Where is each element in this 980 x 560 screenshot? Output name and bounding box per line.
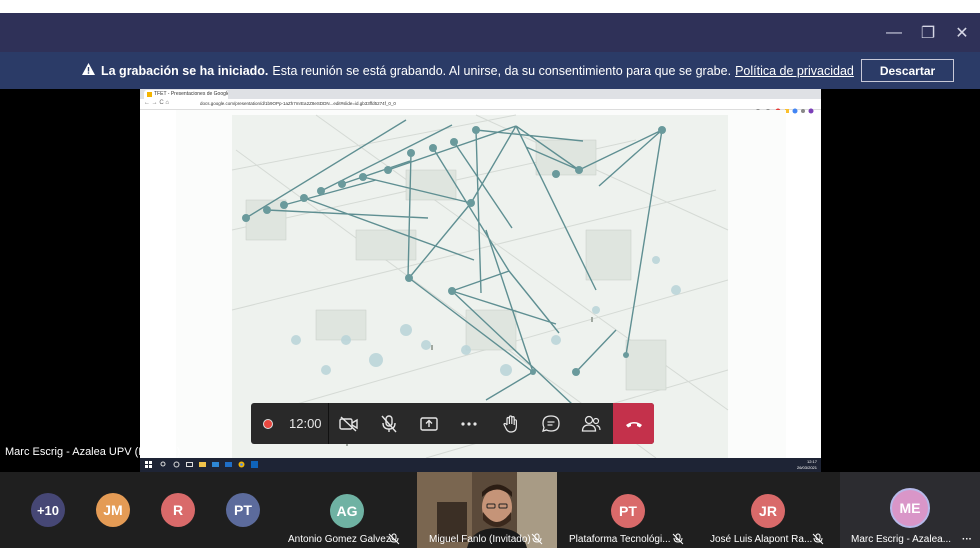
participant-tile[interactable]: PT Plataforma Tecnológi... xyxy=(559,472,697,548)
more-options-button[interactable]: ··· xyxy=(962,534,972,545)
avatar: JR xyxy=(751,494,785,528)
taskbar-chrome-icon xyxy=(238,461,245,468)
mic-off-button[interactable] xyxy=(369,403,409,444)
recording-icon xyxy=(263,419,273,429)
participant-tile[interactable]: JR José Luis Alapont Ra... xyxy=(699,472,838,548)
clock-date: 26/03/2021 xyxy=(796,465,817,470)
mic-muted-icon xyxy=(672,533,684,545)
self-tile[interactable]: ME Marc Escrig - Azalea... ··· xyxy=(840,472,980,548)
windows-start-icon xyxy=(145,461,152,468)
top-strip xyxy=(0,0,980,13)
taskbar-outlook-icon xyxy=(251,461,258,468)
bottom-strip xyxy=(0,548,980,560)
participant-name: Marc Escrig - Azalea... xyxy=(851,534,952,545)
participant-tile[interactable]: AG Antonio Gomez Galvez xyxy=(278,472,415,548)
hang-up-button[interactable] xyxy=(613,403,654,444)
privacy-link[interactable]: Política de privacidad xyxy=(735,64,854,78)
taskbar-folder-icon xyxy=(199,462,206,467)
taskbar-cortana-icon xyxy=(173,461,180,468)
participant-name: Plataforma Tecnológi... xyxy=(569,534,671,545)
nav-arrows-icon: ← → C ⌂ xyxy=(144,100,169,106)
minimize-button[interactable]: — xyxy=(877,13,911,52)
ellipsis-icon xyxy=(461,421,477,426)
participant-name: Miguel Fanlo (Invitado) xyxy=(429,534,531,545)
share-tray-icon xyxy=(420,416,438,431)
mic-muted-icon xyxy=(388,533,400,545)
participant-name: Antonio Gomez Galvez xyxy=(288,534,391,545)
address-text: docs.google.com/presentation/d/1b9OPp-1a… xyxy=(200,101,396,106)
avatar[interactable]: JM xyxy=(96,493,130,527)
banner-message: Esta reunión se está grabando. Al unirse… xyxy=(272,63,732,78)
overflow-participants[interactable]: +10 xyxy=(31,493,65,527)
raise-hand-button[interactable] xyxy=(491,403,531,444)
chat-icon xyxy=(542,414,560,432)
avatar[interactable]: R xyxy=(161,493,195,527)
dismiss-button[interactable]: Descartar xyxy=(861,59,954,82)
participants-button[interactable] xyxy=(571,403,611,444)
mic-muted-icon xyxy=(812,533,824,545)
avatar: PT xyxy=(611,494,645,528)
banner-title: La grabación se ha iniciado. xyxy=(101,63,269,78)
shared-taskbar: 12:17 26/03/2021 xyxy=(140,458,821,472)
presenter-name: Marc Escrig - Azalea UPV (Invitado) xyxy=(5,446,181,458)
meeting-controls: 12:00 xyxy=(251,403,654,444)
mic-muted-icon xyxy=(531,533,543,545)
taskbar-view-icon xyxy=(186,462,193,467)
title-bar xyxy=(0,13,980,52)
browser-tab-strip: TFET - Presentaciones de Google xyxy=(140,89,821,99)
mic-off-icon xyxy=(381,414,397,432)
raise-hand-icon xyxy=(503,414,517,433)
participant-name: José Luis Alapont Ra... xyxy=(710,534,813,545)
phone-hangup-icon xyxy=(625,421,642,427)
participants-icon xyxy=(581,415,601,432)
camera-off-button[interactable] xyxy=(329,403,369,444)
restore-button[interactable]: ❐ xyxy=(911,13,945,52)
warning-icon xyxy=(82,63,95,78)
browser-tab[interactable]: TFET - Presentaciones de Google xyxy=(144,90,228,99)
taskbar-clock: 12:17 26/03/2021 xyxy=(797,459,817,471)
avatar: AG xyxy=(330,494,364,528)
more-actions-button[interactable] xyxy=(449,403,489,444)
participant-video-tile[interactable]: Miguel Fanlo (Invitado) xyxy=(417,472,557,548)
browser-address-bar[interactable]: ← → C ⌂ docs.google.com/presentation/d/1… xyxy=(140,99,821,114)
close-button[interactable]: ✕ xyxy=(945,13,979,52)
meeting-timer: 12:00 xyxy=(289,416,322,431)
camera-off-icon xyxy=(339,415,358,432)
avatar[interactable]: PT xyxy=(226,493,260,527)
recording-banner: La grabación se ha iniciado. Esta reunió… xyxy=(0,52,980,89)
taskbar-search-icon xyxy=(160,461,166,467)
taskbar-mail-icon xyxy=(225,462,232,467)
avatar: ME xyxy=(890,488,930,528)
taskbar-store-icon xyxy=(212,462,219,467)
chat-button[interactable] xyxy=(531,403,571,444)
share-screen-button[interactable] xyxy=(409,403,449,444)
extension-icons xyxy=(755,101,815,114)
